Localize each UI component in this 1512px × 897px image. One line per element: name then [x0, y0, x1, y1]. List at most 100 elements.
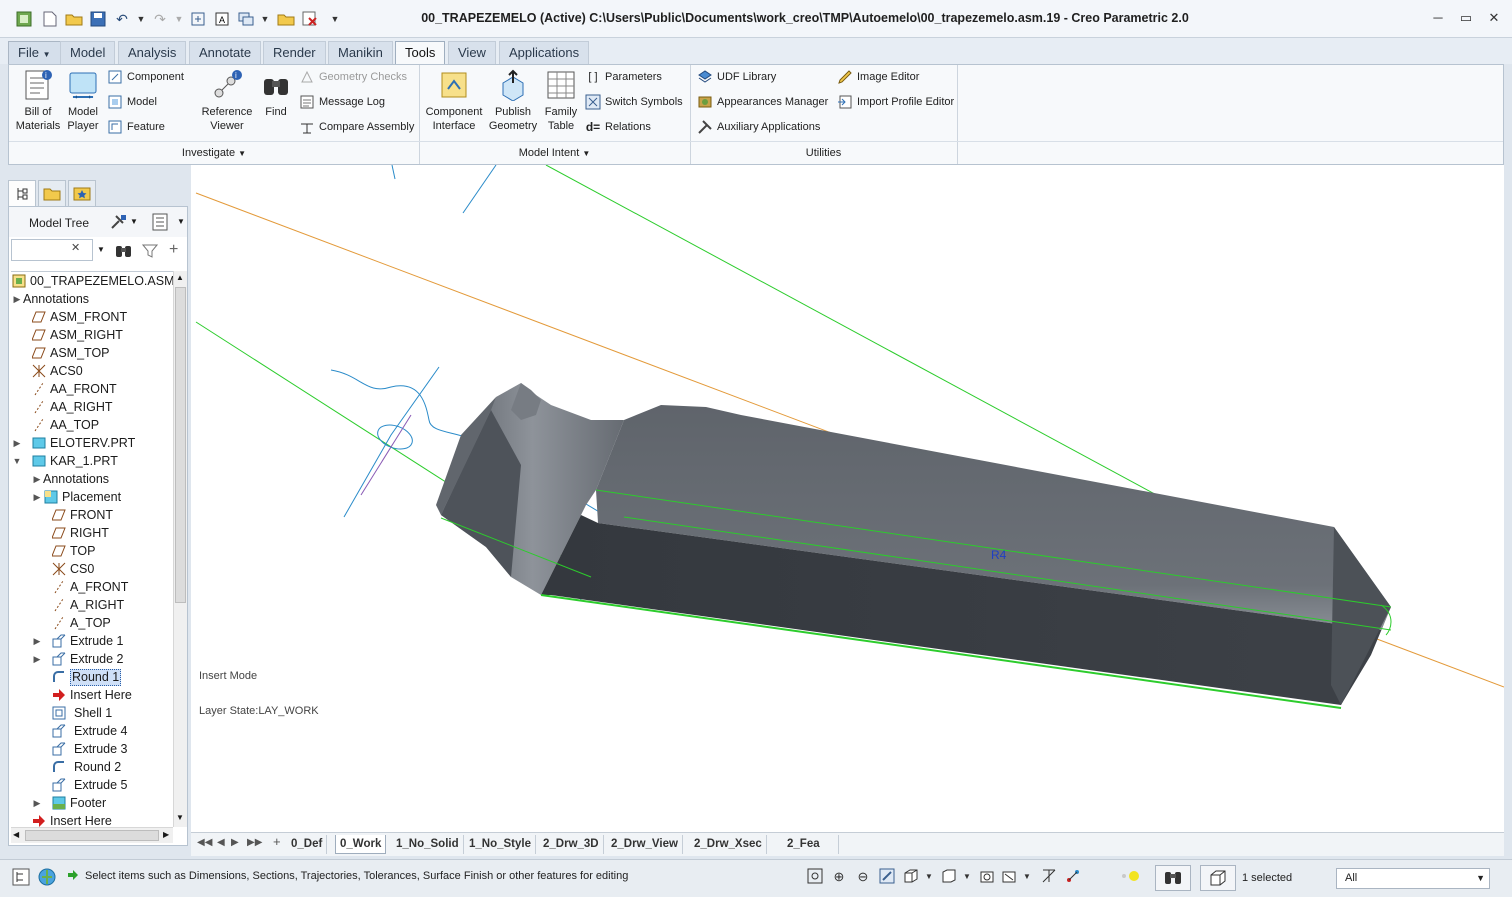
view-tab-active[interactable]: 0_Work	[335, 835, 387, 854]
tab-annotate[interactable]: Annotate	[189, 41, 262, 64]
view-tab[interactable]: 2_Drw_Xsec	[690, 835, 767, 854]
tree-item[interactable]: ▶ Footer	[11, 794, 173, 812]
tree-item[interactable]: ▶ Annotations	[11, 290, 173, 308]
scrollbar-thumb[interactable]	[175, 287, 186, 603]
add-column-icon[interactable]: +	[169, 241, 178, 259]
component-button[interactable]: Component	[107, 67, 184, 87]
auxiliary-applications-button[interactable]: Auxiliary Applications	[697, 117, 820, 137]
model-intent-group-label[interactable]: Model Intent ▼	[419, 143, 690, 163]
selection-mode-button[interactable]	[1200, 865, 1236, 891]
tab-model-tree[interactable]	[8, 180, 36, 206]
display-style-icon[interactable]	[902, 868, 920, 886]
dimension-label[interactable]: R4	[991, 548, 1006, 562]
chevron-down-icon[interactable]: ▼	[177, 217, 185, 226]
repaint-icon[interactable]	[878, 868, 896, 886]
redo-dropdown-icon[interactable]: ▼	[174, 9, 184, 29]
tree-item[interactable]: ▶ Placement	[11, 488, 173, 506]
saved-orientations-icon[interactable]	[940, 868, 958, 886]
graphics-window[interactable]: R4 Insert Mode Layer State:LAY_WORK	[191, 165, 1504, 832]
geometry-checks-button[interactable]: Geometry Checks	[299, 67, 407, 87]
vertical-scrollbar[interactable]: ▲ ▼	[173, 271, 187, 827]
chevron-down-icon[interactable]: ▼	[130, 217, 138, 226]
refit-icon[interactable]	[806, 868, 824, 886]
scroll-right-icon[interactable]: ▶	[163, 830, 169, 839]
chevron-down-icon[interactable]: ▼	[924, 868, 934, 886]
scrollbar-thumb[interactable]	[25, 830, 159, 841]
model-player-button[interactable]: Model Player	[63, 69, 103, 133]
tree-item[interactable]: ASM_FRONT	[11, 308, 173, 326]
maximize-button[interactable]: ▭	[1456, 10, 1476, 28]
view-tab[interactable]: 2_Drw_3D	[539, 835, 604, 854]
filter-icon[interactable]	[141, 243, 159, 262]
undo-icon[interactable]: ↶	[112, 9, 132, 29]
component-interface-button[interactable]: Component Interface	[423, 69, 485, 133]
navigator-toggle-icon[interactable]	[12, 868, 30, 886]
tab-analysis[interactable]: Analysis	[118, 41, 187, 64]
sketch-curve[interactable]	[330, 369, 482, 446]
first-view-icon[interactable]: ◀◀	[197, 837, 212, 848]
tree-item[interactable]: ▶ ELOTERV.PRT	[11, 434, 173, 452]
tree-item[interactable]: FRONT	[11, 506, 173, 524]
model-viewport[interactable]	[191, 165, 1504, 832]
tree-item[interactable]: ASM_TOP	[11, 344, 173, 362]
tree-item[interactable]: A_RIGHT	[11, 596, 173, 614]
search-input[interactable]	[11, 239, 93, 261]
parameters-button[interactable]: [ ] Parameters	[585, 67, 661, 87]
expand-arrow-icon[interactable]: ▶	[31, 488, 43, 506]
tree-item[interactable]: A_TOP	[11, 614, 173, 632]
switch-symbols-button[interactable]: Switch Symbols	[585, 92, 683, 112]
redo-icon[interactable]: ↷	[150, 9, 170, 29]
horizontal-scrollbar[interactable]: ◀ ▶	[11, 827, 173, 843]
bill-of-materials-button[interactable]: i Bill of Materials	[15, 69, 61, 133]
close-button[interactable]: ✕	[1484, 10, 1504, 28]
expand-arrow-icon[interactable]: ▶	[11, 290, 23, 308]
zoom-in-icon[interactable]: ⊕	[830, 868, 848, 886]
save-icon[interactable]	[88, 9, 108, 29]
tree-item[interactable]: Extrude 3	[11, 740, 173, 758]
tab-favorites[interactable]	[68, 180, 96, 206]
tree-item[interactable]: Extrude 4	[11, 722, 173, 740]
model-button[interactable]: Model	[107, 92, 157, 112]
relations-button[interactable]: d= Relations	[585, 117, 651, 137]
family-table-button[interactable]: Family Table	[541, 69, 581, 133]
tree-item-selected[interactable]: Round 1	[11, 668, 173, 686]
sketch-curve[interactable]	[391, 165, 396, 180]
show-options-icon[interactable]	[152, 213, 170, 234]
tree-item[interactable]: A_FRONT	[11, 578, 173, 596]
view-tab[interactable]: 0_Def	[287, 835, 328, 854]
tree-item[interactable]: Extrude 5	[11, 776, 173, 794]
tree-item[interactable]: ASM_RIGHT	[11, 326, 173, 344]
tab-applications[interactable]: Applications	[499, 41, 590, 64]
light-bulb-icon[interactable]	[1120, 868, 1139, 886]
scroll-down-icon[interactable]: ▼	[176, 813, 184, 822]
message-log-button[interactable]: Message Log	[299, 92, 385, 112]
add-view-icon[interactable]: +	[273, 834, 281, 849]
import-profile-editor-button[interactable]: Import Profile Editor	[837, 92, 954, 112]
scroll-up-icon[interactable]: ▲	[176, 273, 184, 282]
publish-geometry-button[interactable]: Publish Geometry	[487, 69, 539, 133]
chevron-down-icon[interactable]: ▼	[1022, 868, 1032, 886]
view-manager-icon[interactable]	[978, 868, 996, 886]
new-file-icon[interactable]	[40, 9, 60, 29]
undo-dropdown-icon[interactable]: ▼	[136, 9, 146, 29]
view-tab[interactable]: 2_Fea	[769, 835, 839, 854]
annotation-display-icon[interactable]	[1064, 868, 1082, 886]
windows-dropdown-icon[interactable]: ▼	[260, 9, 270, 29]
sketch-curve[interactable]	[462, 165, 497, 214]
tree-item[interactable]: Insert Here	[11, 812, 173, 827]
text-icon[interactable]: A	[212, 9, 232, 29]
tree-item[interactable]: ▶ Extrude 1	[11, 632, 173, 650]
tree-item[interactable]: Insert Here	[11, 686, 173, 704]
windows-icon[interactable]	[236, 9, 256, 29]
zoom-out-icon[interactable]: ⊖	[854, 868, 872, 886]
view-tab[interactable]: 2_Drw_View	[607, 835, 683, 854]
chevron-down-icon[interactable]: ▼	[962, 868, 972, 886]
tree-item[interactable]: ACS0	[11, 362, 173, 380]
udf-library-button[interactable]: UDF Library	[697, 67, 776, 87]
tree-item[interactable]: ▶ Extrude 2	[11, 650, 173, 668]
collapse-arrow-icon[interactable]: ▼	[11, 452, 23, 470]
regenerate-icon[interactable]	[188, 9, 208, 29]
tree-item[interactable]: ▼ KAR_1.PRT	[11, 452, 173, 470]
customize-toolbar-icon[interactable]: ▼	[330, 9, 340, 29]
feature-button[interactable]: Feature	[107, 117, 165, 137]
